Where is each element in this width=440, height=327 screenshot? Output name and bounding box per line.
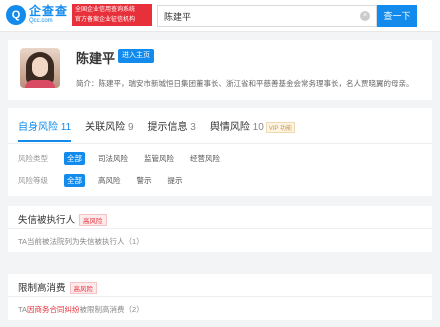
filter-label: 风险等级 xyxy=(18,176,48,185)
divider xyxy=(8,296,432,297)
vip-badge: VIP 功能 xyxy=(265,121,295,133)
risk-badge: 高风险 xyxy=(79,214,107,227)
divider xyxy=(8,228,432,229)
person-intro: 简介：陈建平，瑞安市新城恒日集团董事长、浙江省和平慈善基金会常务理事长，名人贾晓… xyxy=(76,79,414,88)
filter-chip-tip[interactable]: 提示 xyxy=(165,174,186,187)
filter-chip-warning[interactable]: 警示 xyxy=(134,174,155,187)
tab-self-risk[interactable]: 自身风险 11 xyxy=(18,118,72,142)
risk-badge: 高风险 xyxy=(69,282,98,295)
section-body[interactable]: TA因商务合同纠纷被限制高消费（2） xyxy=(18,304,144,315)
banner-line: 全国企业信用查询系统 xyxy=(75,7,136,13)
enter-homepage-button[interactable]: 进入主页 xyxy=(118,49,154,63)
tab-public-opinion[interactable]: 舆情风险 10 VIP 功能 xyxy=(210,118,295,142)
filter-chip-judicial[interactable]: 司法风险 xyxy=(95,152,131,165)
logo-name: 企查查 xyxy=(29,4,69,18)
filter-risk-level: 风险等级 全部 高风险 警示 提示 xyxy=(18,174,196,187)
avatar xyxy=(20,48,60,88)
filter-risk-type: 风险类型 全部 司法风险 监管风险 经营风险 xyxy=(18,152,233,165)
section-title: 失信被执行人 高风险 xyxy=(18,212,107,227)
filter-label: 风险类型 xyxy=(18,154,48,163)
top-bar: Q 企查查 Qcc.com 全国企业信用查询系统 官方备案企业征信机构 × 查一… xyxy=(0,0,440,32)
section-dishonest-debtor: 失信被执行人 高风险 TA当前被法院列为失信被执行人（1） xyxy=(8,206,432,252)
filter-chip-all[interactable]: 全部 xyxy=(64,174,85,187)
highlight-text: 因商务合同纠纷 xyxy=(27,305,80,314)
section-body[interactable]: TA当前被法院列为失信被执行人（1） xyxy=(18,236,144,247)
search-box: × xyxy=(157,5,377,27)
person-name: 陈建平 xyxy=(76,51,116,66)
filter-chip-business[interactable]: 经营风险 xyxy=(187,152,223,165)
search-button[interactable]: 查一下 xyxy=(377,5,417,27)
risk-tabs: 自身风险 11 关联风险 9 提示信息 3 舆情风险 10 VIP 功能 xyxy=(18,118,309,142)
filter-chip-all[interactable]: 全部 xyxy=(64,152,85,165)
credit-banner: 全国企业信用查询系统 官方备案企业征信机构 xyxy=(72,4,152,26)
profile-card: 陈建平 进入主页 简介：陈建平，瑞安市新城恒日集团董事长、浙江省和平慈善基金会常… xyxy=(8,40,432,100)
filter-chip-high[interactable]: 高风险 xyxy=(95,174,124,187)
logo-domain: Qcc.com xyxy=(29,18,53,24)
section-consumption-restriction: 限制高消费 高风险 TA因商务合同纠纷被限制高消费（2） xyxy=(8,274,432,320)
tab-notice-info[interactable]: 提示信息 3 xyxy=(148,118,196,142)
banner-line: 官方备案企业征信机构 xyxy=(75,17,136,23)
logo-icon: Q xyxy=(6,5,26,25)
section-title: 限制高消费 高风险 xyxy=(18,280,98,295)
logo[interactable]: Q 企查查 Qcc.com xyxy=(6,5,68,25)
divider xyxy=(8,143,432,144)
clear-icon[interactable]: × xyxy=(360,11,370,21)
filter-chip-regulatory[interactable]: 监管风险 xyxy=(141,152,177,165)
risk-panel: 自身风险 11 关联风险 9 提示信息 3 舆情风险 10 VIP 功能 风险类型… xyxy=(8,108,432,196)
search-input[interactable] xyxy=(164,6,349,26)
tab-related-risk[interactable]: 关联风险 9 xyxy=(85,118,133,142)
